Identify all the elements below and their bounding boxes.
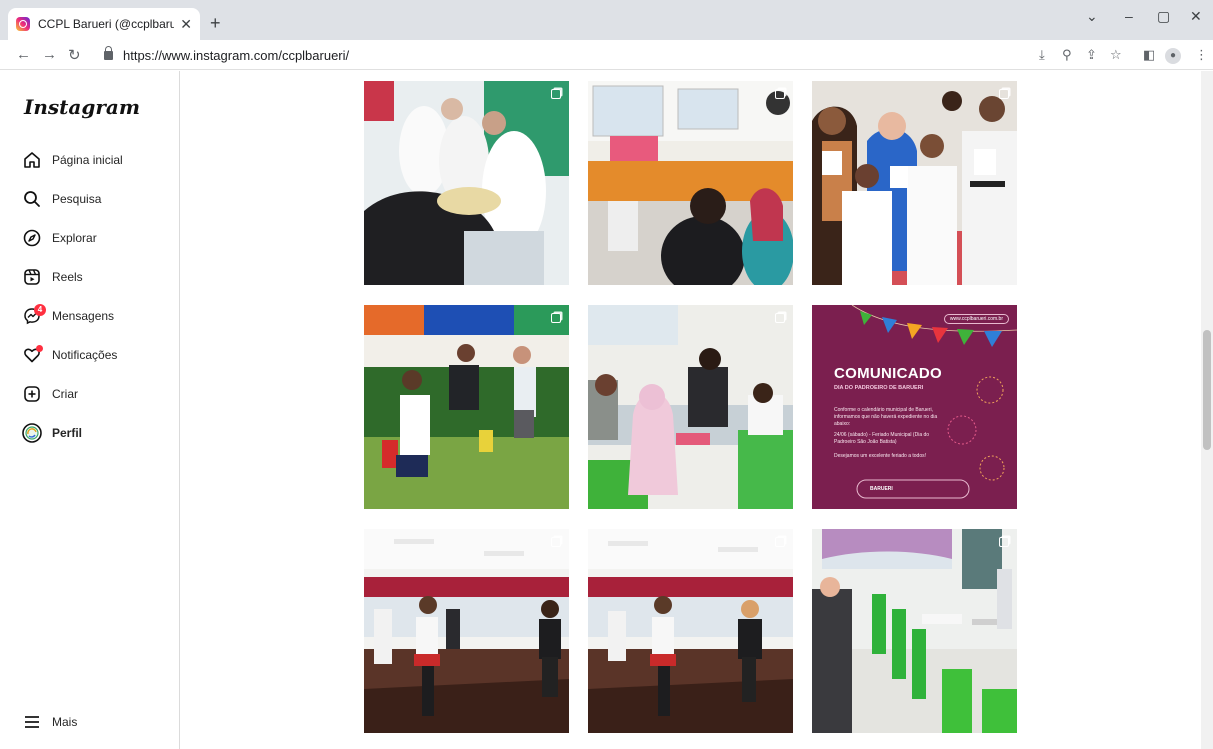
nav-home[interactable]: Página inicial xyxy=(22,148,123,172)
tab-search-icon[interactable]: ⌄ xyxy=(1086,8,1098,25)
address-bar[interactable]: https://www.instagram.com/ccplbarueri/ xyxy=(96,43,1026,67)
post-photo xyxy=(588,305,793,509)
reload-icon[interactable]: ↻ xyxy=(68,46,81,64)
graphic-footer-logo: BARUERI xyxy=(870,486,893,492)
nav-notifications-label: Notificações xyxy=(52,348,118,362)
nav-profile-label: Perfil xyxy=(52,426,83,440)
messages-badge: 4 xyxy=(34,304,46,316)
zoom-icon[interactable]: ⚲ xyxy=(1062,47,1072,63)
post-tile[interactable] xyxy=(588,305,793,509)
nav-home-label: Página inicial xyxy=(52,153,123,167)
graphic-body-1: Conforme o calendário municipal de Barue… xyxy=(834,407,938,427)
post-graphic-tile[interactable]: www.ccplbarueri.com.br COMUNICADO DIA DO… xyxy=(812,305,1017,509)
hamburger-menu-icon xyxy=(22,712,42,732)
avatar xyxy=(22,423,42,443)
plus-square-icon xyxy=(22,384,42,404)
side-panel-icon[interactable]: ◧ xyxy=(1143,47,1155,63)
carousel-icon xyxy=(775,89,785,99)
install-icon[interactable]: ⤓ xyxy=(1039,47,1045,63)
post-photo xyxy=(812,529,1017,733)
nav-create-label: Criar xyxy=(52,387,78,401)
page-scrollbar[interactable] xyxy=(1201,71,1213,749)
tab-title: CCPL Barueri (@ccplbarueri) • Fo xyxy=(38,17,175,31)
url-text: https://www.instagram.com/ccplbarueri/ xyxy=(123,47,350,63)
scrollbar-thumb[interactable] xyxy=(1203,330,1211,450)
carousel-icon xyxy=(551,313,561,323)
home-icon xyxy=(22,150,42,170)
compass-icon xyxy=(22,228,42,248)
new-tab-button[interactable]: + xyxy=(210,13,221,34)
post-photo xyxy=(364,305,569,509)
share-icon[interactable]: ⇪ xyxy=(1086,47,1097,63)
messenger-icon: 4 xyxy=(22,304,46,326)
graphic-url: www.ccplbarueri.com.br xyxy=(943,314,1009,324)
graphic-body-2: 24/06 (sábado) - Feriado Municipal (Dia … xyxy=(834,432,930,445)
minimize-icon[interactable]: – xyxy=(1125,8,1133,24)
reels-icon xyxy=(22,267,42,287)
notification-dot xyxy=(36,345,43,352)
nav-notifications[interactable]: Notificações xyxy=(22,343,117,367)
post-photo xyxy=(588,81,793,285)
post-tile[interactable] xyxy=(364,529,569,733)
instagram-favicon-icon xyxy=(16,17,30,31)
search-icon xyxy=(22,189,42,209)
graphic-subtitle: DIA DO PADROEIRO DE BARUERI xyxy=(834,385,924,391)
carousel-icon xyxy=(999,89,1009,99)
nav-messages-label: Mensagens xyxy=(52,309,115,323)
lock-icon xyxy=(104,45,113,60)
post-tile[interactable] xyxy=(812,529,1017,733)
maximize-icon[interactable]: ▢ xyxy=(1157,8,1170,25)
nav-more[interactable]: Mais xyxy=(22,710,77,734)
tab-close-icon[interactable]: ✕ xyxy=(180,16,192,33)
post-tile[interactable] xyxy=(588,529,793,733)
carousel-icon xyxy=(999,537,1009,547)
nav-reels-label: Reels xyxy=(52,270,83,284)
nav-reels[interactable]: Reels xyxy=(22,265,83,289)
nav-more-label: Mais xyxy=(52,715,78,729)
forward-icon[interactable]: → xyxy=(42,46,57,63)
heart-icon xyxy=(22,345,43,365)
nav-create[interactable]: Criar xyxy=(22,382,78,406)
nav-search[interactable]: Pesquisa xyxy=(22,187,101,211)
post-tile[interactable] xyxy=(364,305,569,509)
nav-profile[interactable]: Perfil xyxy=(22,421,82,445)
graphic-body-3: Desejamos um excelente feriado a todos! xyxy=(834,453,926,459)
carousel-icon xyxy=(551,537,561,547)
browser-tab-bar: CCPL Barueri (@ccplbarueri) • Fo ✕ + ⌄ –… xyxy=(0,0,1213,40)
post-photo xyxy=(812,81,1017,285)
post-photo xyxy=(588,529,793,733)
post-photo xyxy=(364,529,569,733)
window-close-icon[interactable]: ✕ xyxy=(1190,8,1202,25)
post-tile[interactable] xyxy=(812,81,1017,285)
browser-toolbar: ← → ↻ https://www.instagram.com/ccplbaru… xyxy=(0,40,1213,70)
browser-tab[interactable]: CCPL Barueri (@ccplbarueri) • Fo ✕ xyxy=(8,8,200,40)
carousel-icon xyxy=(551,89,561,99)
nav-search-label: Pesquisa xyxy=(52,192,102,206)
graphic-title: COMUNICADO xyxy=(834,365,942,382)
post-tile[interactable] xyxy=(364,81,569,285)
nav-explore[interactable]: Explorar xyxy=(22,226,97,250)
back-icon[interactable]: ← xyxy=(16,46,31,63)
menu-kebab-icon[interactable]: ⋮ xyxy=(1195,47,1208,63)
instagram-sidebar: Instagram Página inicial Pesquisa Explor… xyxy=(0,71,180,749)
carousel-icon xyxy=(775,537,785,547)
carousel-icon xyxy=(775,313,785,323)
profile-icon[interactable]: ● xyxy=(1165,48,1181,64)
nav-explore-label: Explorar xyxy=(52,231,97,245)
post-photo xyxy=(364,81,569,285)
post-tile[interactable] xyxy=(588,81,793,285)
bookmark-star-icon[interactable]: ☆ xyxy=(1110,47,1122,63)
nav-messages[interactable]: 4 Mensagens xyxy=(22,304,114,328)
instagram-logo[interactable]: Instagram xyxy=(24,95,140,119)
